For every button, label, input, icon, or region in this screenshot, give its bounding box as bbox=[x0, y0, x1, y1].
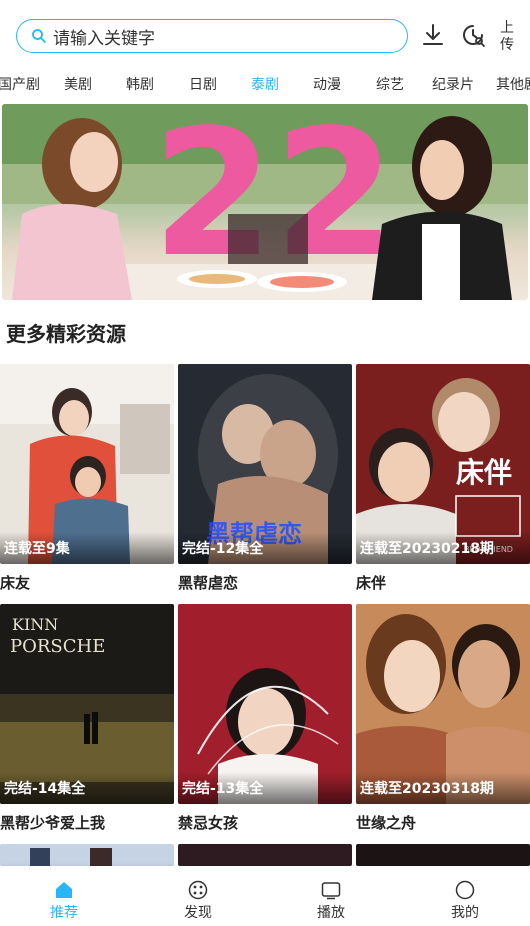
drama-title[interactable]: 黑帮虐恋 bbox=[178, 572, 238, 593]
search-input[interactable]: 请输入关键字 bbox=[16, 19, 408, 53]
nav-label: 推荐 bbox=[50, 905, 78, 921]
drama-card-partial[interactable] bbox=[0, 844, 174, 866]
nav-play[interactable]: 播放 bbox=[291, 866, 371, 926]
home-icon bbox=[56, 882, 72, 898]
drama-title[interactable]: 床友 bbox=[0, 572, 30, 593]
drama-title[interactable]: 世缘之舟 bbox=[356, 812, 416, 833]
upload-button[interactable]: 上传 bbox=[500, 20, 522, 54]
drama-card[interactable]: 床伴 BED FRIEND 连载至20230218期 bbox=[356, 364, 530, 564]
play-window-icon bbox=[321, 882, 341, 900]
category-tabs: 国产剧 美剧 韩剧 日剧 泰剧 动漫 综艺 纪录片 其他剧 bbox=[0, 66, 530, 100]
drama-card[interactable]: KINN PORSCHE 完结-14集全 bbox=[0, 604, 174, 804]
nav-label: 发现 bbox=[184, 905, 212, 921]
episode-status: 连载至9集 bbox=[0, 532, 174, 564]
section-title: 更多精彩资源 bbox=[6, 322, 126, 346]
tab-japanese[interactable]: 日剧 bbox=[189, 74, 217, 94]
svg-text:床伴: 床伴 bbox=[456, 456, 512, 489]
nav-profile[interactable]: 我的 bbox=[425, 866, 505, 926]
drama-card-partial[interactable] bbox=[356, 844, 530, 866]
drama-title[interactable]: 床伴 bbox=[356, 572, 386, 593]
poster-image bbox=[356, 844, 530, 866]
top-bar: 请输入关键字 上传 bbox=[0, 0, 530, 66]
bottom-navigation: 推荐 发现 播放 我的 bbox=[0, 866, 530, 926]
episode-status: 完结-14集全 bbox=[0, 772, 174, 804]
search-icon bbox=[32, 29, 46, 43]
tab-other[interactable]: 其他剧 bbox=[496, 74, 530, 94]
svg-text:PORSCHE: PORSCHE bbox=[10, 636, 105, 657]
nav-label: 播放 bbox=[317, 905, 345, 921]
episode-status: 连载至20230218期 bbox=[356, 532, 530, 564]
featured-banner[interactable]: 22 bbox=[2, 104, 528, 300]
history-icon[interactable] bbox=[460, 22, 486, 48]
drama-card[interactable]: 完结-13集全 bbox=[178, 604, 352, 804]
tab-variety[interactable]: 综艺 bbox=[376, 74, 404, 94]
nav-label: 我的 bbox=[451, 905, 479, 921]
poster-image bbox=[178, 844, 352, 866]
tab-documentary[interactable]: 纪录片 bbox=[432, 74, 474, 94]
download-icon[interactable] bbox=[420, 22, 446, 48]
discover-icon bbox=[188, 880, 208, 900]
nav-discover[interactable]: 发现 bbox=[158, 866, 238, 926]
tab-thai[interactable]: 泰剧 bbox=[251, 74, 279, 94]
poster-image bbox=[0, 844, 174, 866]
tab-domestic[interactable]: 国产剧 bbox=[0, 74, 40, 94]
drama-card-partial[interactable] bbox=[178, 844, 352, 866]
drama-title[interactable]: 禁忌女孩 bbox=[178, 812, 238, 833]
episode-status: 完结-12集全 bbox=[178, 532, 352, 564]
nav-recommend[interactable]: 推荐 bbox=[24, 866, 104, 926]
episode-status: 完结-13集全 bbox=[178, 772, 352, 804]
svg-text:KINN: KINN bbox=[12, 615, 58, 634]
tab-korean[interactable]: 韩剧 bbox=[126, 74, 154, 94]
banner-artwork: 22 bbox=[2, 104, 528, 300]
drama-title[interactable]: 黑帮少爷爱上我 bbox=[0, 812, 105, 833]
tab-anime[interactable]: 动漫 bbox=[313, 74, 341, 94]
search-placeholder: 请输入关键字 bbox=[53, 28, 155, 49]
episode-status: 连载至20230318期 bbox=[356, 772, 530, 804]
drama-card[interactable]: 连载至9集 bbox=[0, 364, 174, 564]
drama-card[interactable]: 黑帮虐恋 完结-12集全 bbox=[178, 364, 352, 564]
drama-card[interactable]: 连载至20230318期 bbox=[356, 604, 530, 804]
tab-us[interactable]: 美剧 bbox=[64, 74, 92, 94]
profile-icon bbox=[455, 880, 475, 900]
